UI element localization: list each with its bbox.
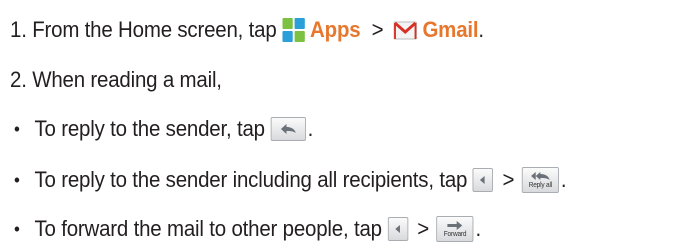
separator: > xyxy=(502,167,515,192)
bullet-forward: • To forward the mail to other people, t… xyxy=(14,213,481,245)
forward-label: Forward xyxy=(443,231,467,238)
reply-button xyxy=(270,117,306,141)
reply-all-arrow-icon xyxy=(531,172,550,180)
period: . xyxy=(478,17,484,42)
apps-label: Apps xyxy=(310,17,361,42)
bullet-text: To reply to the sender, tap xyxy=(34,116,265,141)
period: . xyxy=(475,216,481,241)
period: . xyxy=(560,167,567,192)
menu-arrow-icon xyxy=(480,176,485,184)
forward-arrow-icon xyxy=(447,221,463,230)
forward-button: Forward xyxy=(436,216,474,242)
bullet-marker: • xyxy=(14,169,20,190)
step-2: 2. When reading a mail, xyxy=(10,64,222,96)
gmail-envelope-icon xyxy=(393,19,417,41)
reply-arrow-icon xyxy=(280,124,296,134)
separator: > xyxy=(417,216,429,241)
separator: > xyxy=(371,17,384,42)
bullet-marker: • xyxy=(14,218,20,239)
reply-all-label: Reply all xyxy=(528,182,553,189)
gmail-label: Gmail xyxy=(422,17,479,42)
step-1: 1. From the Home screen, tap Apps > Gmai… xyxy=(10,14,484,46)
bullet-reply: • To reply to the sender, tap . xyxy=(14,113,313,145)
bullet-text: To reply to the sender including all rec… xyxy=(34,167,468,192)
step-2-text: 2. When reading a mail, xyxy=(10,67,222,92)
reply-all-button: Reply all xyxy=(521,167,559,193)
period: . xyxy=(307,116,314,141)
bullet-text: To forward the mail to other people, tap xyxy=(34,216,382,241)
bullet-reply-all: • To reply to the sender including all r… xyxy=(14,164,567,196)
menu-button xyxy=(387,217,408,241)
bullet-marker: • xyxy=(14,118,20,139)
step-1-text: 1. From the Home screen, tap xyxy=(10,17,277,42)
apps-grid-icon xyxy=(282,18,305,42)
menu-button xyxy=(472,168,494,192)
menu-arrow-icon xyxy=(394,225,400,233)
